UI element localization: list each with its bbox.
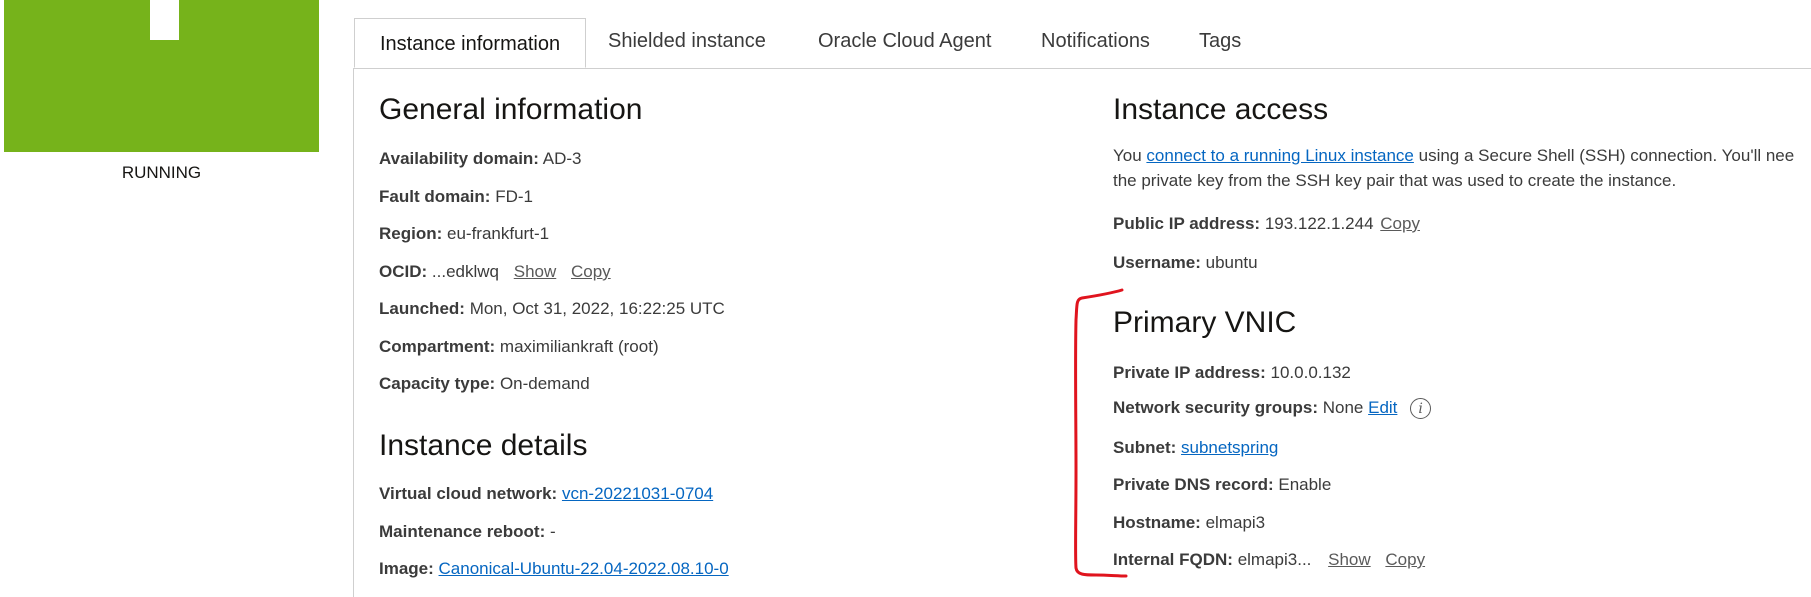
status-icon-notch	[150, 0, 179, 40]
access-desc-suffix: using a Secure Shell (SSH) connection. Y…	[1413, 146, 1795, 165]
private-ip-value: 10.0.0.132	[1270, 363, 1351, 382]
launched-value: Mon, Oct 31, 2022, 16:22:25 UTC	[469, 299, 725, 318]
tab-tags[interactable]: Tags	[1199, 30, 1241, 53]
availability-domain-label: Availability domain:	[379, 149, 539, 168]
subnet-row: Subnet: subnetspring	[1113, 438, 1278, 458]
internal-fqdn-copy-link[interactable]: Copy	[1385, 550, 1425, 569]
instance-access-description: You connect to a running Linux instance …	[1113, 143, 1811, 193]
private-ip-label: Private IP address:	[1113, 363, 1266, 382]
primary-vnic-heading: Primary VNIC	[1113, 306, 1297, 339]
public-ip-copy-link[interactable]: Copy	[1380, 214, 1420, 233]
fault-domain-row: Fault domain: FD-1	[379, 187, 533, 207]
vcn-row: Virtual cloud network: vcn-20221031-0704	[379, 484, 713, 504]
tab-oracle-cloud-agent[interactable]: Oracle Cloud Agent	[818, 30, 991, 53]
availability-domain-row: Availability domain: AD-3	[379, 149, 582, 169]
private-ip-row: Private IP address: 10.0.0.132	[1113, 363, 1351, 383]
capacity-type-row: Capacity type: On-demand	[379, 374, 590, 394]
tab-shielded-instance[interactable]: Shielded instance	[608, 30, 766, 53]
internal-fqdn-value: elmapi3...	[1237, 550, 1312, 569]
tab-instance-information[interactable]: Instance information	[354, 18, 587, 68]
tab-notifications[interactable]: Notifications	[1041, 30, 1150, 53]
ocid-copy-link[interactable]: Copy	[571, 262, 611, 281]
info-icon[interactable]: i	[1410, 398, 1432, 420]
nsg-value: None	[1322, 398, 1364, 417]
nsg-row: Network security groups: None Edit i	[1113, 398, 1432, 420]
instance-status-icon	[4, 0, 319, 152]
image-link[interactable]: Canonical-Ubuntu-22.04-2022.08.10-0	[439, 559, 729, 578]
access-desc-line2: the private key from the SSH key pair th…	[1113, 171, 1677, 190]
username-value: ubuntu	[1205, 253, 1258, 272]
capacity-type-value: On-demand	[499, 374, 590, 393]
compartment-value: maximiliankraft (root)	[499, 337, 659, 356]
ocid-show-link[interactable]: Show	[514, 262, 557, 281]
vcn-label: Virtual cloud network:	[379, 484, 558, 503]
hostname-label: Hostname:	[1113, 513, 1201, 532]
ocid-value: ...edklwq	[431, 262, 499, 281]
username-label: Username:	[1113, 253, 1201, 272]
username-row: Username: ubuntu	[1113, 253, 1258, 273]
fault-domain-label: Fault domain:	[379, 187, 491, 206]
public-ip-value: 193.122.1.244	[1264, 214, 1374, 233]
region-value: eu-frankfurt-1	[447, 224, 550, 243]
public-ip-row: Public IP address: 193.122.1.244 Copy	[1113, 214, 1420, 234]
subnet-label: Subnet:	[1113, 438, 1177, 457]
launched-row: Launched: Mon, Oct 31, 2022, 16:22:25 UT…	[379, 299, 725, 319]
region-label: Region:	[379, 224, 443, 243]
internal-fqdn-label: Internal FQDN:	[1113, 550, 1233, 569]
maintenance-reboot-label: Maintenance reboot:	[379, 522, 546, 541]
private-dns-label: Private DNS record:	[1113, 475, 1274, 494]
hostname-value: elmapi3	[1205, 513, 1266, 532]
capacity-type-label: Capacity type:	[379, 374, 496, 393]
ocid-label: OCID:	[379, 262, 428, 281]
private-dns-value: Enable	[1278, 475, 1332, 494]
nsg-label: Network security groups:	[1113, 398, 1318, 417]
compartment-row: Compartment: maximiliankraft (root)	[379, 337, 659, 357]
vcn-link[interactable]: vcn-20221031-0704	[562, 484, 713, 503]
instance-access-heading: Instance access	[1113, 93, 1329, 126]
maintenance-reboot-row: Maintenance reboot: -	[379, 522, 556, 542]
image-label: Image:	[379, 559, 434, 578]
internal-fqdn-show-link[interactable]: Show	[1328, 550, 1371, 569]
connect-linux-instance-link[interactable]: connect to a running Linux instance	[1146, 146, 1413, 165]
instance-details-heading: Instance details	[379, 429, 588, 462]
launched-label: Launched:	[379, 299, 465, 318]
general-information-heading: General information	[379, 93, 643, 126]
availability-domain-value: AD-3	[542, 149, 582, 168]
compartment-label: Compartment:	[379, 337, 496, 356]
access-desc-prefix: You	[1113, 146, 1147, 165]
public-ip-label: Public IP address:	[1113, 214, 1261, 233]
maintenance-reboot-value: -	[549, 522, 556, 541]
hostname-row: Hostname: elmapi3	[1113, 513, 1265, 533]
content-left-border	[353, 68, 354, 597]
ocid-row: OCID: ...edklwq Show Copy	[379, 262, 611, 282]
nsg-edit-link[interactable]: Edit	[1368, 398, 1397, 417]
fault-domain-value: FD-1	[495, 187, 533, 206]
region-row: Region: eu-frankfurt-1	[379, 224, 549, 244]
internal-fqdn-row: Internal FQDN: elmapi3... Show Copy	[1113, 550, 1425, 570]
image-row: Image: Canonical-Ubuntu-22.04-2022.08.10…	[379, 559, 729, 579]
private-dns-row: Private DNS record: Enable	[1113, 475, 1331, 495]
tab-bar: Instance information Shielded instance O…	[353, 0, 1811, 69]
subnet-link[interactable]: subnetspring	[1181, 438, 1278, 457]
instance-status-label: RUNNING	[121, 163, 202, 182]
